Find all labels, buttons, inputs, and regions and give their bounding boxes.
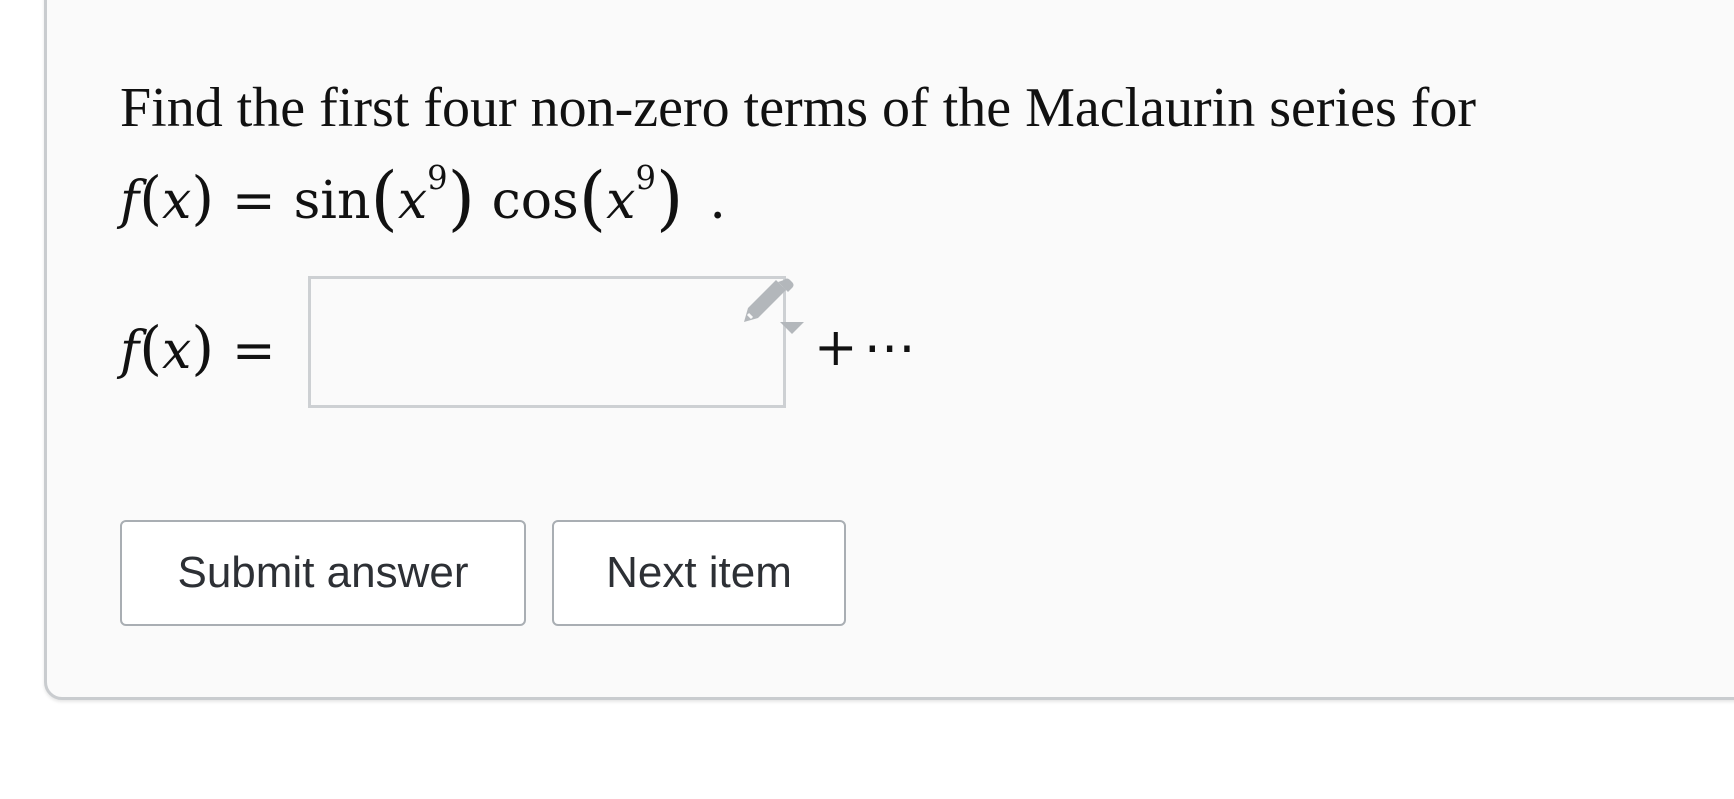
answer-lhs: f(x) = <box>120 314 276 382</box>
function-name: f <box>120 171 140 231</box>
cos-argument-base: x <box>606 171 636 231</box>
sin-argument-base: x <box>397 171 428 231</box>
equals-sign: = <box>232 171 276 231</box>
cos-function: cos <box>491 171 579 231</box>
pencil-dropdown-icon[interactable] <box>740 278 806 338</box>
submit-answer-button[interactable]: Submit answer <box>120 520 526 626</box>
sin-function: sin <box>293 171 371 231</box>
answer-input[interactable] <box>308 276 786 408</box>
series-continuation: +⋯ <box>814 318 922 378</box>
sin-argument-exponent: 9 <box>427 158 448 197</box>
cos-argument-exponent: 9 <box>635 158 656 197</box>
sentence-period: . <box>709 171 726 231</box>
question-prompt: Find the first four non-zero terms of th… <box>120 77 1477 139</box>
function-variable: x <box>161 171 192 231</box>
next-item-button[interactable]: Next item <box>552 520 846 626</box>
function-definition: f(x) = sin(x9) cos(x9). <box>120 157 726 239</box>
